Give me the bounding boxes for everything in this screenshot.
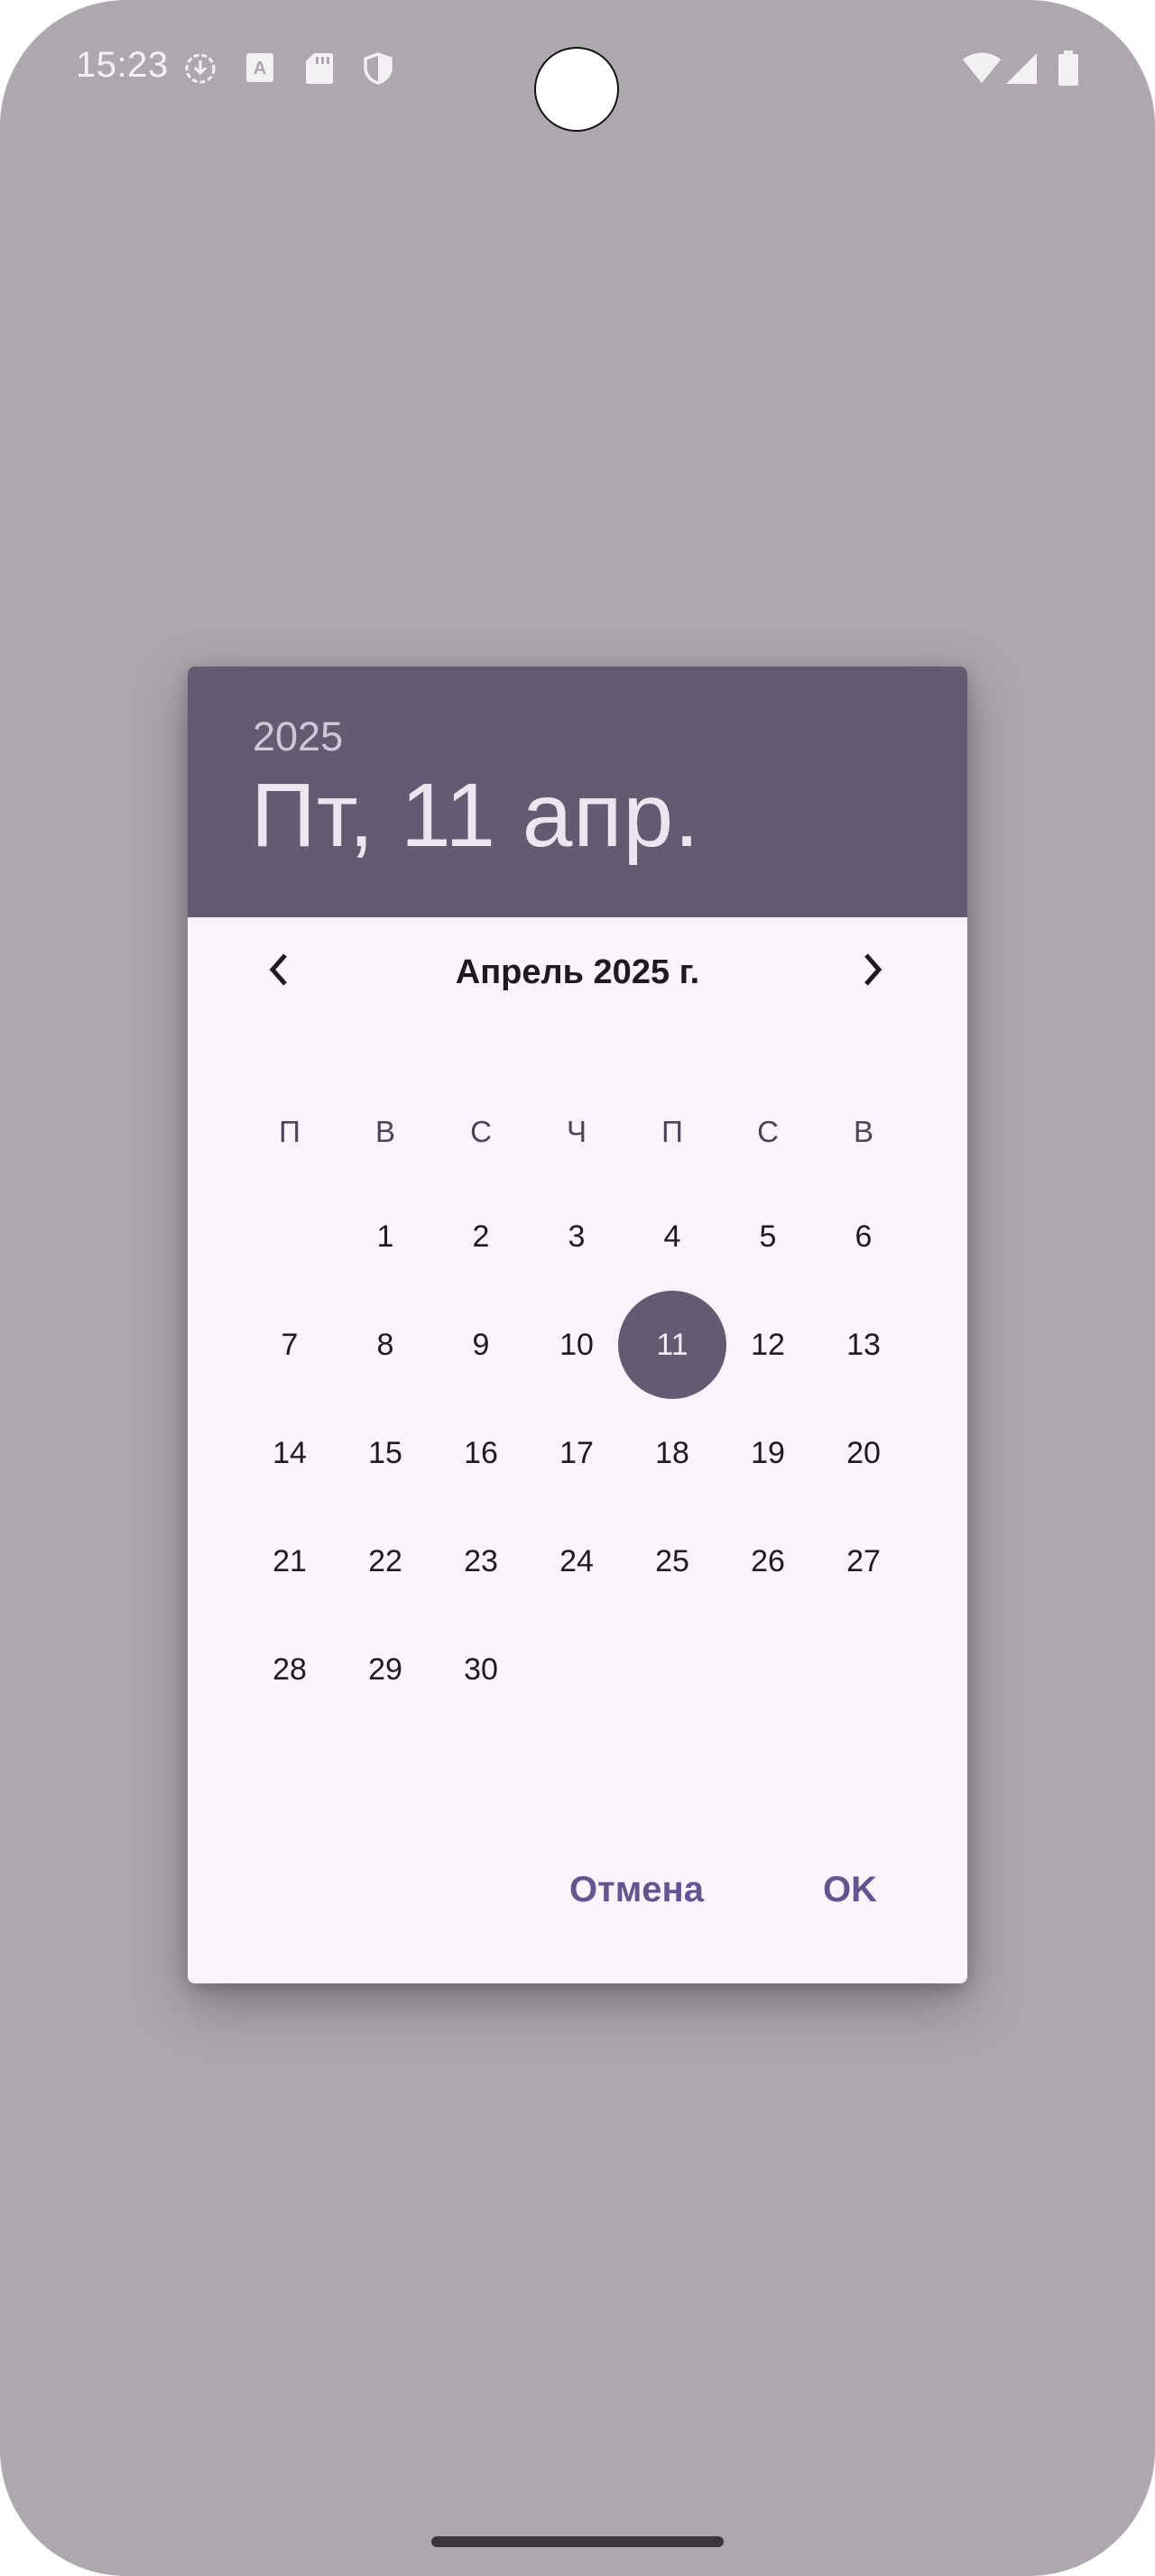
calendar-day[interactable]: 17 (529, 1405, 624, 1501)
ok-button[interactable]: OK (823, 1870, 877, 1910)
calendar-day[interactable]: 1 (337, 1189, 433, 1284)
calendar-day[interactable]: 29 (337, 1622, 433, 1717)
battery-icon (1058, 51, 1079, 87)
month-navigation: Апрель 2025 г. (188, 917, 967, 1029)
calendar-day[interactable]: 16 (433, 1405, 529, 1501)
calendar-day[interactable]: 8 (337, 1297, 433, 1393)
header-selected-date[interactable]: Пт, 11 апр. (251, 764, 700, 868)
phone-screen: 15:23 A 2025 Пт, 11 апр. Апрель 2025 г. … (0, 0, 1155, 2576)
calendar-day[interactable]: 12 (720, 1297, 816, 1393)
weekday-label: С (470, 1115, 492, 1148)
next-month-button[interactable] (843, 943, 901, 1000)
calendar-day[interactable]: 30 (433, 1622, 529, 1717)
weekday-label: С (757, 1115, 779, 1148)
calendar-day[interactable]: 10 (529, 1297, 624, 1393)
download-circle-icon (184, 52, 217, 85)
dialog-actions: Отмена OK (188, 1848, 967, 1956)
calendar-day[interactable]: 21 (242, 1513, 337, 1609)
calendar-day[interactable]: 14 (242, 1405, 337, 1501)
calendar-day[interactable]: 9 (433, 1297, 529, 1393)
calendar-day[interactable]: 6 (816, 1189, 911, 1284)
calendar-day[interactable]: 15 (337, 1405, 433, 1501)
svg-text:A: A (254, 59, 266, 78)
calendar-day[interactable]: 3 (529, 1189, 624, 1284)
calendar-day[interactable]: 2 (433, 1189, 529, 1284)
status-time: 15:23 (76, 45, 169, 85)
calendar-day[interactable]: 20 (816, 1405, 911, 1501)
wifi-icon (962, 51, 1002, 83)
calendar-day[interactable]: 13 (816, 1297, 911, 1393)
calendar-day[interactable]: 19 (720, 1405, 816, 1501)
calendar-day[interactable]: 7 (242, 1297, 337, 1393)
calendar-day[interactable]: 4 (624, 1189, 720, 1284)
home-indicator[interactable] (431, 2536, 724, 2547)
weekday-label: П (661, 1115, 683, 1148)
calendar-day[interactable]: 25 (624, 1513, 720, 1609)
calendar-day[interactable]: 22 (337, 1513, 433, 1609)
calendar-day[interactable]: 5 (720, 1189, 816, 1284)
cancel-button[interactable]: Отмена (569, 1870, 704, 1910)
shield-icon (363, 52, 395, 85)
calendar-day[interactable]: 26 (720, 1513, 816, 1609)
weekday-label: Ч (567, 1115, 587, 1148)
dialog-header: 2025 Пт, 11 апр. (188, 667, 967, 917)
calendar-day[interactable]: 24 (529, 1513, 624, 1609)
calendar-day[interactable]: 27 (816, 1513, 911, 1609)
weekday-label: П (279, 1115, 300, 1148)
calendar-day[interactable]: 18 (624, 1405, 720, 1501)
header-year[interactable]: 2025 (253, 713, 343, 760)
signal-icon (1005, 52, 1038, 85)
camera-cutout (534, 47, 619, 132)
weekday-label: В (374, 1115, 395, 1148)
chevron-right-icon (857, 952, 886, 992)
calendar-day[interactable]: 28 (242, 1622, 337, 1717)
sd-card-icon (305, 52, 337, 85)
font-a-icon: A (245, 52, 278, 85)
calendar-day-selected[interactable]: 11 (618, 1291, 726, 1399)
date-picker-dialog: 2025 Пт, 11 апр. Апрель 2025 г. П В С Ч … (188, 667, 967, 1983)
weekday-label: В (853, 1115, 873, 1148)
calendar-day[interactable]: 23 (433, 1513, 529, 1609)
